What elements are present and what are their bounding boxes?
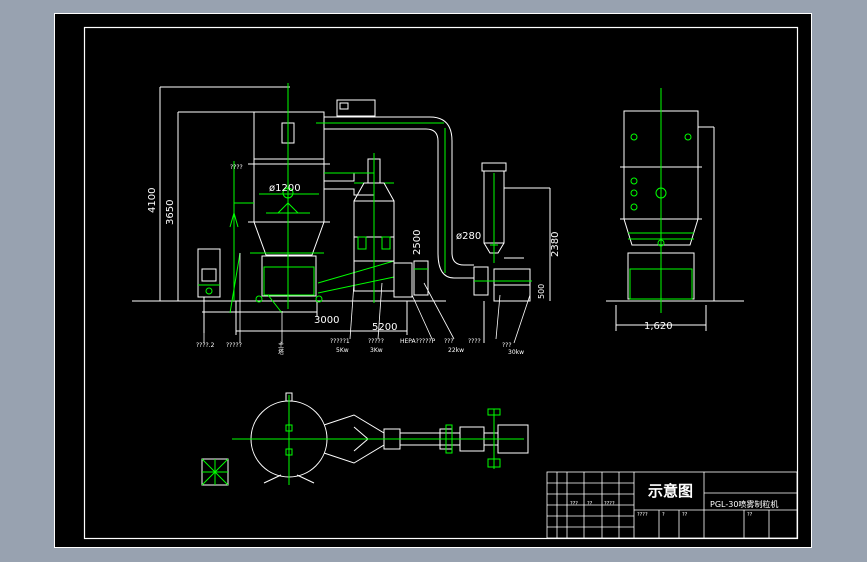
dim-total-height: 4100 xyxy=(147,188,158,213)
callout-3: 主 xyxy=(278,341,284,349)
dim-tower-diameter: ø1200 xyxy=(269,183,301,194)
dim-side-width: 1,620 xyxy=(644,321,673,332)
callout-8: ???? xyxy=(468,338,481,345)
dim-duct-diameter: ø280 xyxy=(456,231,481,242)
plan-view-green xyxy=(201,395,524,486)
dim-small-top: ???? xyxy=(230,164,243,171)
dim-filter-height: 2380 xyxy=(550,232,561,257)
cad-canvas: 4100 3650 ø1200 3000 5200 2500 ø280 2380… xyxy=(0,0,867,562)
callout-2: ????? xyxy=(226,342,242,349)
title-cell-5: ? xyxy=(662,512,665,518)
callout-4: ?????1 xyxy=(330,338,350,345)
dim-cyclone-height: 2500 xyxy=(412,230,423,255)
callout-3-sub: 塔 xyxy=(278,348,284,356)
side-elevation-green xyxy=(628,88,694,313)
ducts xyxy=(324,99,474,279)
inner-border xyxy=(83,26,799,540)
title-block-text: 示意图 PGL-30喷雾制粒机 ??? ?? ???? ???? ? ?? ?? xyxy=(570,482,778,518)
fan xyxy=(473,266,531,343)
dim-upper-height: 3650 xyxy=(165,200,176,225)
callout-7: ??? xyxy=(444,338,454,345)
title-cell-1: ??? xyxy=(570,501,578,507)
callout-5: ????? xyxy=(368,338,384,345)
title-cell-6: ?? xyxy=(682,512,688,518)
fan-green xyxy=(474,173,532,282)
side-elevation xyxy=(606,93,744,331)
title-cell-7: ?? xyxy=(747,512,753,518)
dim-left-width: 3000 xyxy=(314,315,339,326)
drawing-sheet: 4100 3650 ø1200 3000 5200 2500 ø280 2380… xyxy=(54,13,812,548)
dim-fan-height: 500 xyxy=(537,284,546,299)
front-elevation xyxy=(132,86,446,335)
callout-text: ????.2 ????? 主 塔 ?????1 5Kw ????? 3Kw HE… xyxy=(196,338,524,356)
callout-9: ??? xyxy=(502,342,512,349)
dimension-text: 4100 3650 ø1200 3000 5200 2500 ø280 2380… xyxy=(147,164,673,333)
callout-4-sub: 5Kw xyxy=(336,347,349,354)
ducts-green xyxy=(316,122,446,294)
cyclone xyxy=(353,158,413,298)
title-cell-2: ?? xyxy=(587,501,593,507)
title-cell-4: ???? xyxy=(637,512,648,518)
drawing-svg: 4100 3650 ø1200 3000 5200 2500 ø280 2380… xyxy=(54,13,812,548)
callout-9-sub: 30kw xyxy=(508,349,524,356)
callout-7-sub: 22kw xyxy=(448,347,464,354)
callout-5-sub: 3Kw xyxy=(370,347,383,354)
main-tower-green xyxy=(229,83,324,314)
title-cell-3: ???? xyxy=(604,501,615,507)
bag-filter xyxy=(481,162,551,301)
callout-1: ????.2 xyxy=(196,342,215,349)
drawing-title: 示意图 xyxy=(648,482,693,500)
drawing-name: PGL-30喷雾制粒机 xyxy=(710,499,778,509)
callout-6: HEPA?????P xyxy=(400,338,436,345)
outer-border xyxy=(54,13,812,548)
dim-total-width: 5200 xyxy=(372,322,397,333)
